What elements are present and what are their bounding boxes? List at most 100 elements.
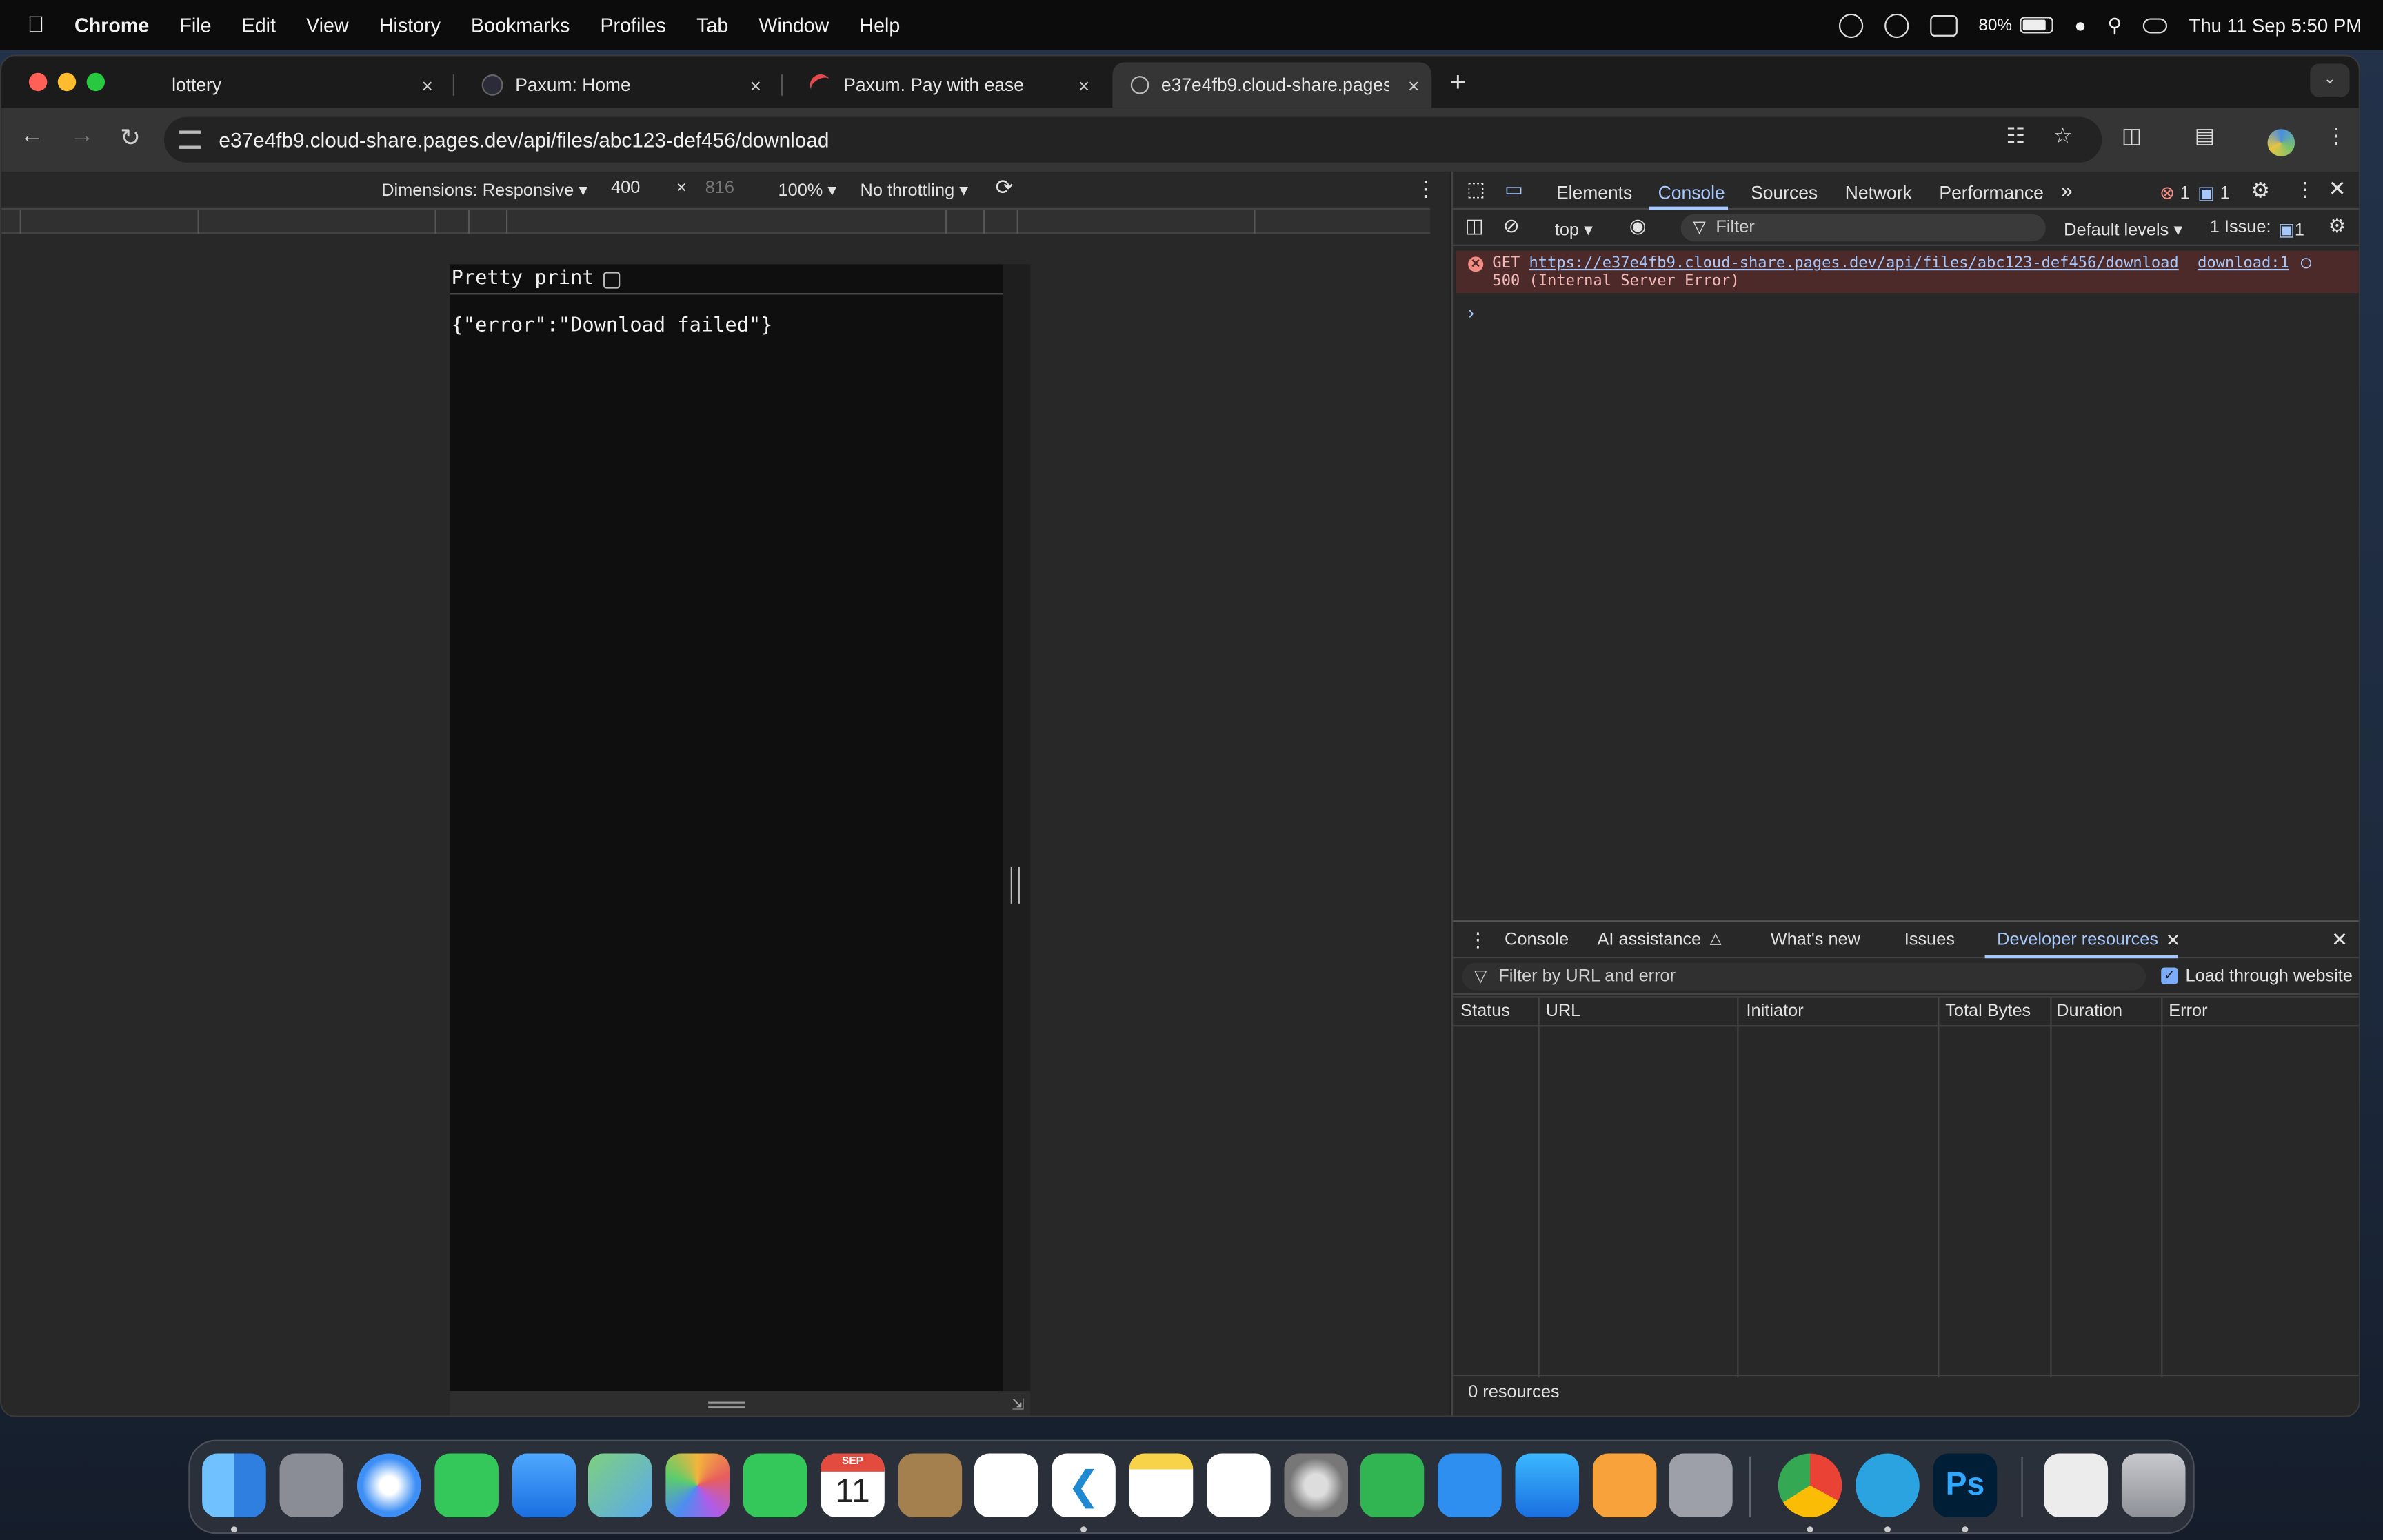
address-url[interactable]: e37e4fb9.cloud-share.pages.dev/api/files… xyxy=(219,128,829,151)
notes-icon[interactable] xyxy=(1129,1453,1194,1517)
menu-clock[interactable]: Thu 11 Sep 5:50 PM xyxy=(2189,14,2362,36)
trash-icon[interactable] xyxy=(2121,1453,2186,1517)
console-error-message[interactable]: ✕ GET https://e37e4fb9.cloud-share.pages… xyxy=(1456,250,2359,294)
drawer-tab-whats-new[interactable]: What's new xyxy=(1771,931,1860,949)
close-tab-icon[interactable]: × xyxy=(1408,74,1420,97)
rotate-icon[interactable]: ⟳ xyxy=(996,174,1014,200)
issues-label[interactable]: 1 Issue: xyxy=(2210,219,2271,236)
throttling-select[interactable]: No throttling ▾ xyxy=(861,179,968,200)
finder-icon[interactable] xyxy=(202,1453,266,1517)
menu-app-chrome[interactable]: Chrome xyxy=(74,14,149,37)
creative-cloud-icon[interactable] xyxy=(1884,12,1909,37)
menu-history[interactable]: History xyxy=(379,14,441,37)
zoom-select[interactable]: 100% ▾ xyxy=(778,179,836,200)
extensions-icon[interactable]: ◫ xyxy=(2122,123,2142,148)
load-through-website-checkbox[interactable]: ✓ xyxy=(2161,967,2178,984)
tab-cloud-share[interactable]: e37e4fb9.cloud-share.pages × xyxy=(1112,62,1432,108)
keynote-icon[interactable] xyxy=(1438,1453,1502,1517)
control-center-icon[interactable] xyxy=(2143,17,2168,33)
reload-icon[interactable]: ↻ xyxy=(120,123,141,153)
drawer-tab-developer-resources[interactable]: Developer resources xyxy=(1997,931,2158,949)
console-prompt[interactable]: › xyxy=(1468,302,1474,323)
network-request-icon[interactable]: ◯ xyxy=(2301,252,2311,272)
width-input[interactable]: 400 xyxy=(611,179,640,197)
translate-icon[interactable]: ☷ xyxy=(2006,123,2025,148)
dimensions-select[interactable]: Dimensions: Responsive ▾ xyxy=(381,179,587,200)
close-devtools-icon[interactable]: ✕ xyxy=(2329,176,2346,202)
menu-edit[interactable]: Edit xyxy=(242,14,276,37)
device-toggle-icon[interactable]: ▭ xyxy=(1505,178,1523,202)
zoom-window-button[interactable] xyxy=(86,72,105,92)
calendar-icon[interactable]: SEP 11 xyxy=(821,1453,885,1517)
close-tab-icon[interactable]: × xyxy=(750,74,762,97)
devtools-more-icon[interactable]: ⋮ xyxy=(2295,178,2315,202)
address-bar[interactable]: e37e4fb9.cloud-share.pages.dev/api/files… xyxy=(164,116,2102,163)
menu-window[interactable]: Window xyxy=(758,14,829,37)
tab-lottery[interactable]: lottery × xyxy=(154,62,445,108)
menu-view[interactable]: View xyxy=(306,14,349,37)
contacts-icon[interactable] xyxy=(898,1453,963,1517)
chrome-menu-icon[interactable]: ⋮ xyxy=(2325,123,2346,148)
viewport-scrollbar[interactable] xyxy=(1003,264,1031,1416)
reading-mode-icon[interactable]: ▤ xyxy=(2195,123,2215,148)
drawer-tab-ai-assistance[interactable]: AI assistance xyxy=(1598,931,1702,949)
vscode-icon[interactable]: ❮ xyxy=(1052,1453,1116,1517)
col-total-bytes[interactable]: Total Bytes xyxy=(1945,1002,2031,1020)
spotlight-search-icon[interactable]: ⚲ xyxy=(2108,13,2122,37)
live-expression-eye-icon[interactable]: ◉ xyxy=(1629,214,1647,239)
error-request-url[interactable]: https://e37e4fb9.cloud-share.pages.dev/a… xyxy=(1529,255,2179,272)
app-store-icon[interactable] xyxy=(1515,1453,1580,1517)
more-tabs-icon[interactable]: » xyxy=(2061,178,2073,202)
close-drawer-tab-icon[interactable]: ✕ xyxy=(2166,929,2180,951)
device-toolbar-more-icon[interactable]: ⋮ xyxy=(1415,176,1436,202)
inspect-element-icon[interactable]: ⬚ xyxy=(1467,178,1485,202)
maps-icon[interactable] xyxy=(587,1453,652,1517)
resources-filter-input[interactable]: ▽ Filter by URL and error xyxy=(1462,962,2146,991)
sidebar-toggle-icon[interactable]: ◫ xyxy=(1465,214,1484,239)
display-icon[interactable] xyxy=(1929,14,1958,36)
downloads-stack-icon[interactable] xyxy=(2044,1453,2109,1517)
error-source-link[interactable]: download:1 xyxy=(2198,255,2289,272)
error-count-badge[interactable]: ⊗ 1 xyxy=(2160,182,2190,203)
settings-gear-icon[interactable]: ⚙ xyxy=(2251,178,2270,203)
messages-icon[interactable] xyxy=(434,1453,499,1517)
pretty-print-checkbox[interactable] xyxy=(603,272,621,289)
col-error[interactable]: Error xyxy=(2169,1002,2207,1020)
context-select[interactable]: top ▾ xyxy=(1555,219,1593,240)
menu-profiles[interactable]: Profiles xyxy=(600,14,666,37)
drawer-tab-issues[interactable]: Issues xyxy=(1904,931,1955,949)
menu-tab[interactable]: Tab xyxy=(696,14,728,37)
tab-paxum-home[interactable]: Paxum: Home × xyxy=(463,62,774,108)
system-settings-icon[interactable] xyxy=(1284,1453,1349,1517)
freeform-icon[interactable] xyxy=(1207,1453,1271,1517)
iphone-mirroring-icon[interactable] xyxy=(1669,1453,1733,1517)
drawer-tab-console[interactable]: Console xyxy=(1505,931,1569,949)
bookmark-star-icon[interactable]: ☆ xyxy=(2053,123,2073,148)
forward-icon[interactable]: → xyxy=(70,123,94,150)
media-query-ruler[interactable] xyxy=(1,207,1431,234)
clear-console-icon[interactable]: ⊘ xyxy=(1503,214,1520,239)
facetime-icon[interactable] xyxy=(743,1453,807,1517)
profile-avatar[interactable] xyxy=(2267,129,2295,156)
apple-icon[interactable]:  xyxy=(28,12,49,37)
new-tab-button[interactable]: + xyxy=(1450,67,1466,99)
site-info-icon[interactable] xyxy=(179,130,201,149)
menu-file[interactable]: File xyxy=(179,14,211,37)
tab-performance[interactable]: Performance xyxy=(1939,182,2043,203)
tab-console[interactable]: Console xyxy=(1658,182,1725,203)
log-levels-select[interactable]: Default levels ▾ xyxy=(2064,219,2182,240)
message-count-badge[interactable]: ▣ 1 xyxy=(2198,182,2230,203)
col-url[interactable]: URL xyxy=(1546,1002,1581,1020)
tab-search-button[interactable]: ⌄ xyxy=(2310,63,2350,98)
close-window-button[interactable] xyxy=(28,72,48,92)
tab-network[interactable]: Network xyxy=(1845,182,1912,203)
issues-count-badge[interactable]: ▣1 xyxy=(2278,219,2304,240)
console-settings-icon[interactable]: ⚙ xyxy=(2329,214,2346,239)
close-drawer-icon[interactable]: ✕ xyxy=(2331,928,2348,952)
tab-paxum-pay[interactable]: Paxum. Pay with ease × xyxy=(792,62,1102,108)
close-tab-icon[interactable]: × xyxy=(421,74,433,97)
tab-sources[interactable]: Sources xyxy=(1751,182,1818,203)
chrome-icon[interactable] xyxy=(1778,1453,1842,1517)
console-filter-input[interactable]: ▽ Filter xyxy=(1680,214,2046,242)
col-status[interactable]: Status xyxy=(1460,1002,1510,1020)
